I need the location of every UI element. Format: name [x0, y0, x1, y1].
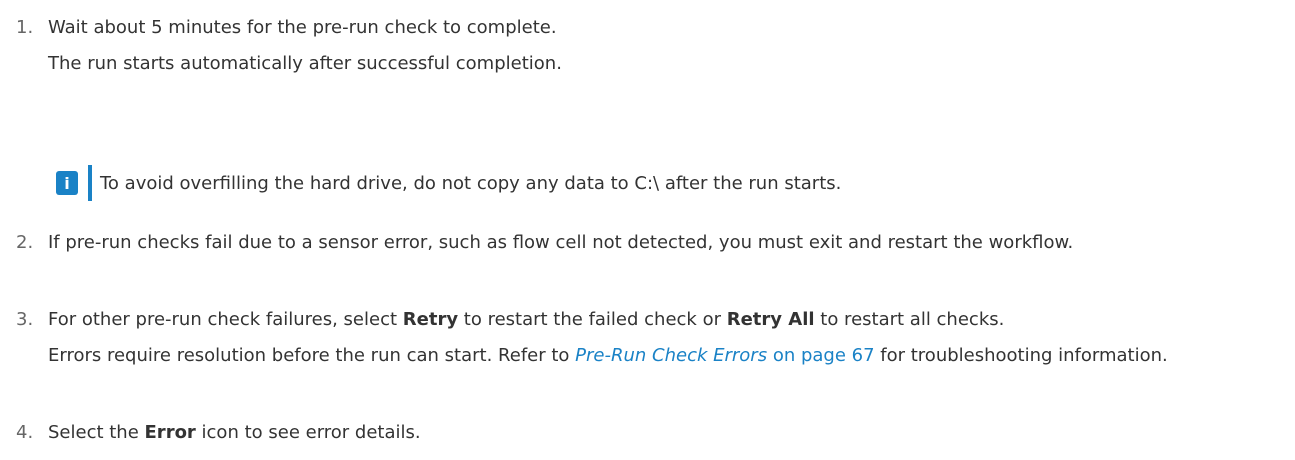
note-divider: [88, 165, 92, 201]
pre-run-check-errors-link[interactable]: Pre-Run Check Errors on page 67: [575, 345, 874, 366]
step-text: Wait about 5 minutes for the pre-run che…: [48, 17, 557, 38]
step-result-text: Errors require resolution before the run…: [48, 345, 1168, 366]
retry-all-label: Retry All: [726, 309, 815, 330]
error-label: Error: [144, 422, 196, 443]
step-text: For other pre-run check failures, select…: [48, 309, 1005, 330]
step-body: For other pre-run check failures, select…: [48, 302, 1285, 374]
step-text: Select the Error icon to see error detai…: [48, 422, 421, 443]
step-result-text: The run starts automatically after succe…: [48, 53, 562, 74]
step-text: If pre-run checks fail due to a sensor e…: [48, 232, 1074, 253]
step-body: If pre-run checks fail due to a sensor e…: [48, 225, 1285, 261]
step-body: Wait about 5 minutes for the pre-run che…: [48, 10, 1285, 82]
step-body: Select the Error icon to see error detai…: [48, 415, 1285, 451]
note-text: To avoid overfilling the hard drive, do …: [100, 172, 842, 194]
info-icon: i: [56, 171, 78, 195]
note-callout: i To avoid overfilling the hard drive, d…: [56, 165, 841, 201]
retry-label: Retry: [402, 309, 459, 330]
